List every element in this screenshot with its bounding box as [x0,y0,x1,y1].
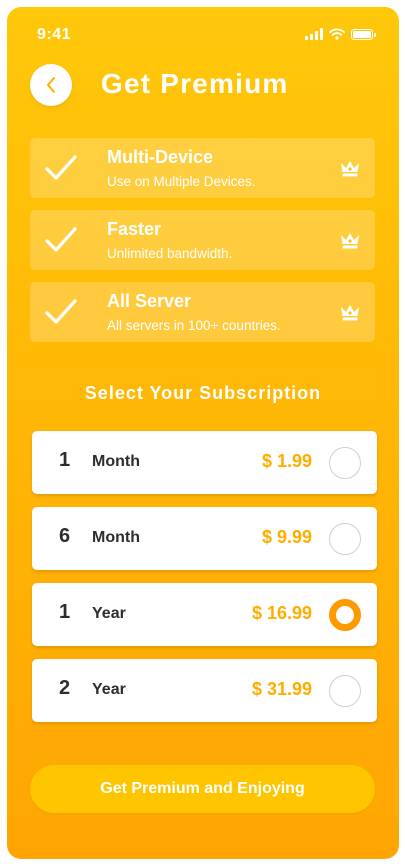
plan-option-1-month[interactable]: 1 Month $ 1.99 [32,431,377,494]
section-title: Select Your Subscription [84,383,322,403]
plan-price: $ 9.99 [261,527,312,547]
plan-option-6-month[interactable]: 6 Month $ 9.99 [32,507,377,570]
plan-number: 6 [59,525,71,547]
crown-icon [341,233,359,249]
plan-radio[interactable] [329,523,361,555]
feature-title: Faster [107,219,162,239]
battery-icon [351,28,376,40]
plan-radio[interactable] [329,447,361,479]
crown-icon [341,305,359,321]
get-premium-button[interactable]: Get Premium and Enjoying [30,765,375,813]
plan-price: $ 31.99 [251,679,312,699]
plan-number: 1 [59,601,71,623]
feature-all-server: All Server All servers in 100+ countries… [30,282,375,342]
checkmark-icon [45,155,77,180]
feature-subtitle: Unlimited bandwidth. [107,246,233,261]
plan-price: $ 16.99 [251,603,312,623]
status-icons [305,28,376,40]
back-button[interactable] [30,64,72,106]
status-bar: 9:41 [7,7,399,63]
plan-number: 2 [59,677,71,699]
feature-title: All Server [107,291,192,311]
plan-radio[interactable] [329,675,361,707]
feature-title: Multi-Device [107,147,214,167]
checkmark-icon [45,299,77,324]
feature-faster: Faster Unlimited bandwidth. [30,210,375,270]
phone-screen: 9:41 Get Premium Multi-Device Use on Mul… [7,7,399,859]
plan-unit: Year [92,605,126,622]
page-title: Get Premium [101,68,289,99]
feature-subtitle: Use on Multiple Devices. [107,174,256,189]
plan-number: 1 [59,449,71,471]
cellular-signal-icon [305,28,323,40]
plan-radio-selected[interactable] [329,599,361,631]
plan-price: $ 1.99 [261,451,312,471]
feature-multi-device: Multi-Device Use on Multiple Devices. [30,138,375,198]
chevron-left-icon [47,77,55,93]
plan-unit: Year [92,681,126,698]
plan-unit: Month [92,529,140,546]
crown-icon [341,161,359,177]
checkmark-icon [45,227,77,252]
wifi-icon [329,28,345,40]
plan-option-1-year[interactable]: 1 Year $ 16.99 [32,583,377,646]
plan-option-2-year[interactable]: 2 Year $ 31.99 [32,659,377,722]
status-time: 9:41 [37,26,72,43]
plan-unit: Month [92,453,140,470]
feature-subtitle: All servers in 100+ countries. [107,318,281,333]
